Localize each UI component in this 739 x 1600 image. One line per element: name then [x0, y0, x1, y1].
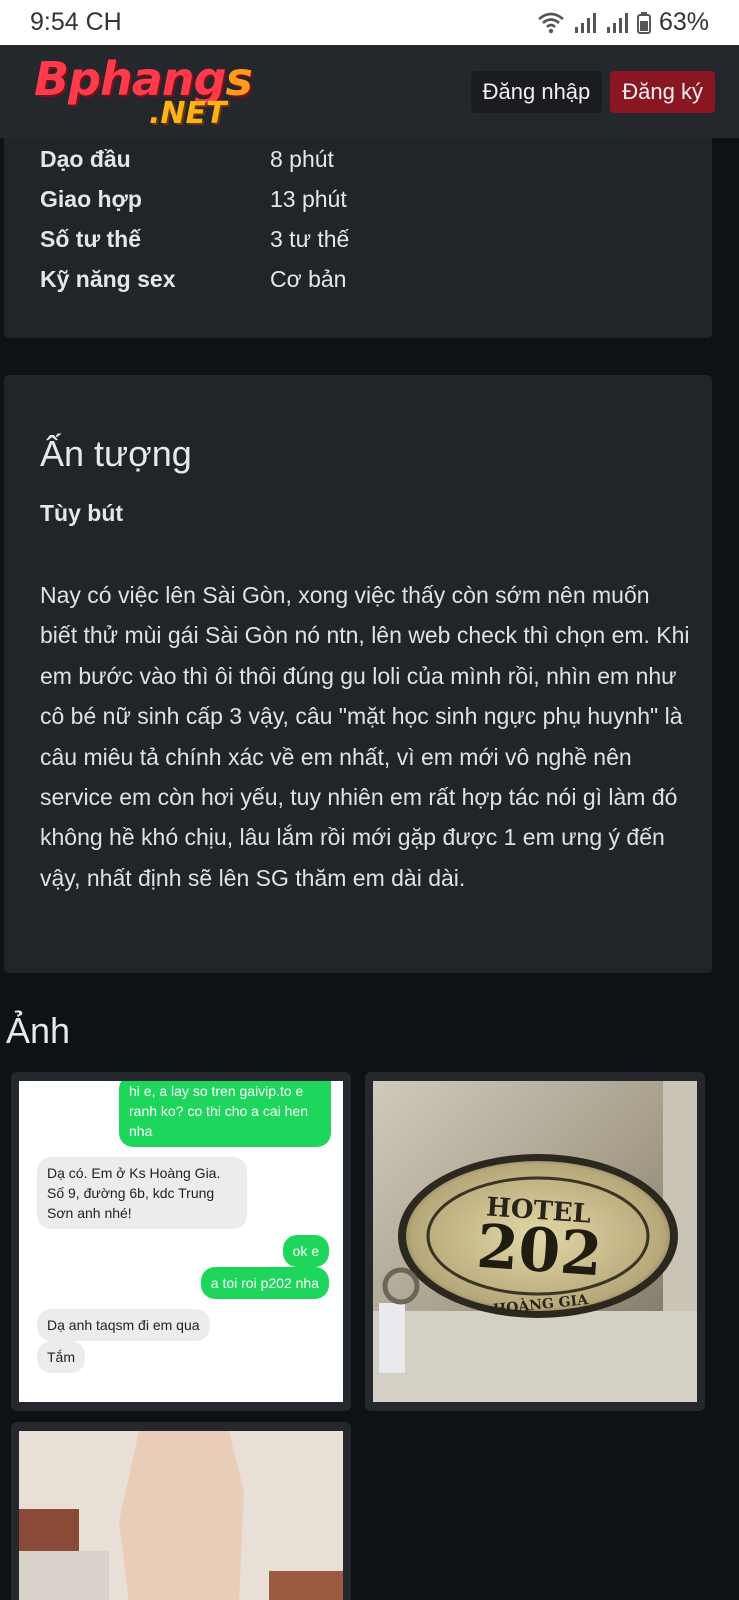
- stat-label: Kỹ năng sex: [40, 266, 176, 292]
- chat-message: hi e, a lay so tren gaivip.to e ranh ko?…: [119, 1081, 331, 1147]
- impression-body: Nay có việc lên Sài Gòn, xong việc thấy …: [40, 582, 690, 891]
- stat-label: Số tư thế: [40, 226, 141, 252]
- hotel-room-number: 202: [474, 1212, 604, 1291]
- hotel-key-photo: HOTEL 202 HOÀNG GIA: [373, 1081, 697, 1402]
- chat-message: Tắm: [37, 1341, 85, 1373]
- logo-suffix: .NET: [149, 95, 227, 131]
- chat-message: ok e: [282, 1235, 329, 1267]
- login-button[interactable]: Đăng nhập: [470, 70, 603, 113]
- register-button[interactable]: Đăng ký: [610, 70, 715, 113]
- photo-thumbnail[interactable]: hi e, a lay so tren gaivip.to e ranh ko?…: [11, 1072, 351, 1411]
- stat-value: 13 phút: [270, 186, 347, 212]
- stat-row: Giao hợp 13 phút: [40, 186, 347, 213]
- stat-label: Giao hợp: [40, 186, 142, 212]
- chat-message: Dạ có. Em ở Ks Hoàng Gia. Số 9, đường 6b…: [37, 1157, 247, 1229]
- chat-message: a toi roi p202 nha: [200, 1267, 329, 1299]
- status-icons: 63%: [537, 8, 709, 37]
- stat-label: Dạo đầu: [40, 146, 131, 172]
- stat-row: Số tư thế 3 tư thế: [40, 226, 349, 253]
- hotel-key-tag-image: HOTEL 202 HOÀNG GIA: [373, 1081, 697, 1402]
- battery-percent: 63%: [658, 8, 709, 36]
- stat-value: 8 phút: [270, 146, 334, 172]
- wifi-icon: [538, 12, 564, 33]
- photos-title: Ảnh: [6, 1010, 71, 1051]
- site-logo[interactable]: Bphangs .NET: [34, 52, 264, 132]
- photo-thumbnail[interactable]: [11, 1422, 351, 1600]
- status-time: 9:54 CH: [30, 8, 122, 36]
- photo-image: [19, 1431, 343, 1600]
- stat-value: Cơ bản: [270, 266, 347, 292]
- impression-card: Ấn tượng Tùy bút Nay có việc lên Sài Gòn…: [4, 375, 712, 973]
- impression-title: Ấn tượng: [40, 433, 192, 474]
- photo-placeholder: [19, 1431, 343, 1600]
- site-header: Bphangs .NET Đăng nhập Đăng ký: [0, 45, 739, 138]
- photo-thumbnail[interactable]: HOTEL 202 HOÀNG GIA: [365, 1072, 705, 1411]
- chat-message: Dạ anh taqsm đi em qua: [37, 1309, 210, 1341]
- chat-screenshot: hi e, a lay so tren gaivip.to e ranh ko?…: [19, 1081, 343, 1402]
- signal-icon: [606, 12, 628, 33]
- battery-icon: [636, 11, 651, 34]
- stat-row: Kỹ năng sex Cơ bản: [40, 266, 346, 293]
- signal-icon: [574, 12, 596, 33]
- impression-subtitle: Tùy bút: [40, 500, 124, 526]
- auth-buttons: Đăng nhập Đăng ký: [470, 70, 715, 113]
- stat-row: Dạo đầu 8 phút: [40, 146, 334, 173]
- status-bar: 9:54 CH 63%: [0, 0, 739, 45]
- stat-value: 3 tư thế: [270, 226, 350, 252]
- stats-card: Dạo đầu 8 phút Giao hợp 13 phút Số tư th…: [4, 138, 712, 338]
